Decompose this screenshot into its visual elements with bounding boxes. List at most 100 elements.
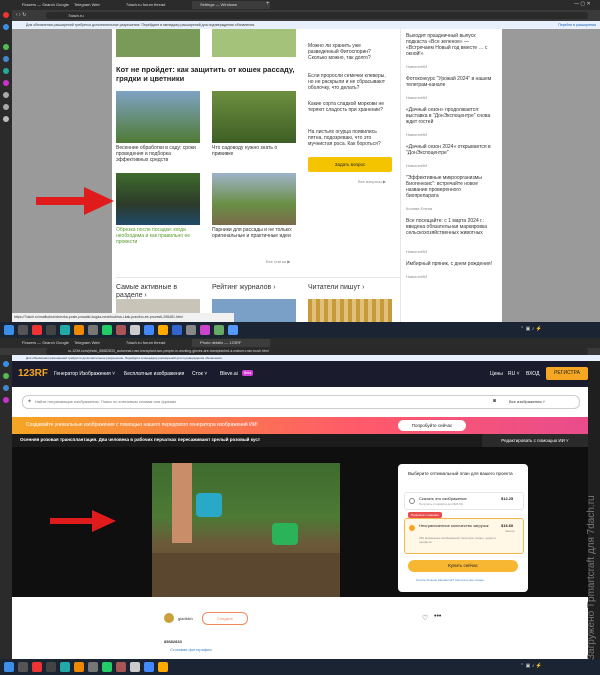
taskbar-app-icon[interactable] (60, 325, 70, 335)
site-logo[interactable]: 123RF (18, 368, 48, 379)
sidebar-app-icon[interactable] (3, 56, 9, 62)
plan-option-subscription[interactable]: Неограниченное количество загрузок $16.6… (404, 518, 524, 554)
search-scope-select[interactable]: Все изображения ˅ (509, 399, 545, 404)
taskbar-app-icon[interactable] (158, 662, 168, 672)
browser-tab[interactable]: Telegram Web (66, 339, 122, 347)
nav-stock[interactable]: Сток ˅ (192, 371, 207, 377)
sidebar-app-icon[interactable] (3, 92, 9, 98)
taskbar-app-icon[interactable] (130, 325, 140, 335)
search-input[interactable] (35, 397, 475, 405)
article-title[interactable]: Парники для рассады и не только: оригина… (212, 227, 296, 239)
heart-icon[interactable]: ♡ (422, 614, 428, 622)
taskbar-app-icon[interactable] (32, 662, 42, 672)
taskbar-app-icon[interactable] (116, 325, 126, 335)
try-now-button[interactable]: Попробуйте сейчас (398, 420, 466, 431)
news-item[interactable]: Имбирный пряник, с днем рождения! (406, 261, 492, 267)
news-item[interactable]: Все посещайте: с 1 марта 2024 г.: введен… (406, 218, 492, 236)
taskbar-app-icon[interactable] (172, 325, 182, 335)
article-link-pruning[interactable]: Обрезка после посадки: когда необходима … (116, 227, 200, 245)
article-title[interactable]: Весенние обработки в саду: сроки проведе… (116, 145, 200, 163)
browser-logo-icon[interactable] (3, 12, 9, 18)
buy-now-button[interactable]: Купить сейчас (408, 560, 518, 572)
address-bar[interactable]: ru.123rf.com/photo_85682833_autumnal-ros… (46, 348, 588, 355)
section-heading[interactable]: Читатели пишут › (308, 284, 398, 292)
sidebar-app-icon[interactable] (3, 361, 9, 367)
plan-option-single[interactable]: Скачать это изображение $12.25 Получить … (404, 492, 524, 510)
system-tray[interactable]: ⌃ ▣ ♪ ⚡ (520, 663, 542, 669)
section-heading[interactable]: Рейтинг журналов › (212, 284, 302, 292)
article-image[interactable] (116, 29, 200, 57)
taskbar-app-icon[interactable] (116, 662, 126, 672)
question-item[interactable]: Если проросли семечки клеверы, но не рас… (308, 73, 388, 91)
article-image[interactable] (116, 91, 200, 143)
taskbar-app-icon[interactable] (214, 325, 224, 335)
more-plans-link[interactable]: Хотите больше вариантов? Смотреть все пл… (416, 578, 484, 582)
sidebar-app-icon[interactable] (3, 80, 9, 86)
new-tab-button[interactable]: + (266, 1, 270, 7)
taskbar-app-icon[interactable] (74, 662, 84, 672)
taskbar-app-icon[interactable] (46, 662, 56, 672)
all-questions-link[interactable]: Все вопросы ▶ (358, 179, 386, 185)
taskbar-app-icon[interactable] (32, 325, 42, 335)
browser-tab[interactable]: Flowers — Search Google (14, 1, 70, 9)
browser-tab-active[interactable]: Photo details — 123RF (192, 339, 270, 347)
taskbar-app-icon[interactable] (102, 325, 112, 335)
news-item[interactable]: Выходит праздничный выпуск подкаста «Все… (406, 33, 492, 57)
sidebar-app-icon[interactable] (3, 385, 9, 391)
stock-photo-link[interactable]: Стоковая фотография (170, 647, 212, 652)
more-options-icon[interactable]: ••• (434, 613, 441, 620)
sidebar-app-icon[interactable] (3, 24, 9, 30)
nav-image-generator[interactable]: Генератор Изображения ˅ (54, 371, 115, 377)
taskbar-app-icon[interactable] (60, 662, 70, 672)
article-image[interactable] (212, 29, 296, 57)
nav-prices[interactable]: Цены (490, 371, 503, 377)
main-photo[interactable] (152, 463, 340, 597)
taskbar-app-icon[interactable] (186, 325, 196, 335)
news-item[interactable]: "Эффективные микроорганизмы Биогенезис":… (406, 175, 492, 199)
section-heading[interactable]: Самые активные в разделе › (116, 284, 200, 300)
question-item[interactable]: Какие сорта сладкой моркови не теряют сл… (308, 101, 388, 113)
avatar[interactable] (164, 613, 174, 623)
sidebar-app-icon[interactable] (3, 104, 9, 110)
article-image[interactable] (308, 299, 392, 322)
all-articles-link[interactable]: Все статьи ▶ (266, 259, 290, 265)
taskbar-app-icon[interactable] (88, 325, 98, 335)
browser-tab-active[interactable]: Settings — Windows (192, 1, 270, 9)
nav-free-images[interactable]: Бесплатные изображения (124, 371, 184, 377)
browser-tab[interactable]: 7dach.ru forum thread (118, 339, 196, 347)
taskbar-app-icon[interactable] (102, 662, 112, 672)
taskbar-app-icon[interactable] (200, 325, 210, 335)
taskbar-app-icon[interactable] (228, 325, 238, 335)
edit-with-ai-button[interactable]: Редактировать с помощью ИИ ˅ (482, 434, 588, 447)
taskbar-app-icon[interactable] (130, 662, 140, 672)
ask-question-button[interactable]: Задать вопрос (308, 157, 392, 172)
sidebar-app-icon[interactable] (3, 373, 9, 379)
news-item[interactable]: «Дачный сезон 2024» открывается в "ДонЭк… (406, 144, 492, 156)
nav-arrows-icon[interactable]: ‹ › ↻ (16, 12, 26, 18)
taskbar-app-icon[interactable] (74, 325, 84, 335)
start-icon[interactable] (4, 325, 14, 335)
question-item[interactable]: На листьях огурца появились пятна, подоз… (308, 129, 388, 147)
language-select[interactable]: RU ˅ (508, 371, 520, 377)
author-name[interactable]: gladkikh (178, 616, 193, 621)
section-title[interactable]: Кот не пройдет: как защитить от кошек ра… (116, 65, 296, 83)
browser-tab[interactable]: 7dach.ru forum thread (118, 1, 196, 9)
article-image[interactable] (212, 173, 296, 225)
taskbar-app-icon[interactable] (144, 662, 154, 672)
article-image-highlighted[interactable] (116, 173, 200, 225)
start-icon[interactable] (4, 662, 14, 672)
login-link[interactable]: ВХОД (526, 371, 539, 377)
sidebar-app-icon[interactable] (3, 68, 9, 74)
radio-button-selected[interactable] (409, 525, 415, 531)
browser-tab[interactable]: Telegram Web (66, 1, 122, 9)
notice-button[interactable]: Перейти в расширения (558, 21, 596, 29)
heart-icon[interactable] (3, 116, 9, 122)
sidebar-app-icon[interactable] (3, 397, 9, 403)
taskbar-app-icon[interactable] (158, 325, 168, 335)
register-button[interactable]: РЕГИСТРА (546, 367, 588, 380)
sidebar-app-icon[interactable] (3, 44, 9, 50)
system-tray[interactable]: ⌃ ▣ ♪ ⚡ (520, 326, 542, 332)
taskbar-app-icon[interactable] (144, 325, 154, 335)
camera-icon[interactable]: ◙ (493, 398, 496, 404)
news-item[interactable]: «Дачный сезон» продолжается: выставка в … (406, 107, 492, 125)
